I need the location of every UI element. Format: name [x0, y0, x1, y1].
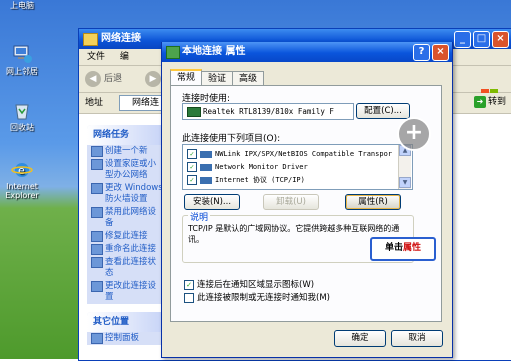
- desktop-icon-recycle-bin[interactable]: 回收站: [0, 100, 44, 133]
- task-icon: [91, 231, 103, 242]
- click-properties-callout: 单击属性: [370, 237, 436, 261]
- help-button[interactable]: ?: [413, 44, 430, 61]
- notify-label: 此连接被限制或无连接时通知我(M): [197, 293, 330, 303]
- dialog-title: 本地连接 属性: [182, 46, 246, 57]
- list-item[interactable]: ✓ Internet 协议 (TCP/IP): [187, 174, 305, 186]
- task-icon: [91, 281, 103, 292]
- recycle-bin-icon: [15, 104, 29, 120]
- task-link[interactable]: 查看此连接状态: [87, 256, 165, 280]
- network-tasks-header[interactable]: 网络任务: [87, 125, 165, 145]
- explorer-title: 网络连接: [101, 33, 141, 44]
- back-button[interactable]: ◀ 后退: [85, 70, 122, 88]
- task-link[interactable]: 设置家庭或小型办公网络: [87, 158, 165, 182]
- task-pane: 网络任务 创建一个新 设置家庭或小型办公网络 更改 Windows 防火墙设置 …: [87, 125, 165, 353]
- minimize-button[interactable]: _: [454, 31, 471, 48]
- dialog-title-bar[interactable]: 本地连接 属性 ? ×: [162, 42, 452, 62]
- component-checkbox[interactable]: ✓: [187, 175, 197, 185]
- close-button[interactable]: ×: [492, 31, 509, 48]
- desktop-icon-label: Internet Explorer: [5, 182, 39, 200]
- desktop-icon-network-places[interactable]: 网上邻居: [0, 44, 44, 77]
- folder-icon: [83, 33, 98, 46]
- scroll-down-icon[interactable]: ▼: [399, 177, 411, 188]
- task-icon: [91, 159, 103, 170]
- protocol-icon: [200, 176, 212, 184]
- cancel-button[interactable]: 取消: [391, 330, 443, 347]
- list-item[interactable]: ✓ NWLink IPX/SPX/NetBIOS Compatible Trans…: [187, 148, 392, 160]
- go-label: 转到: [487, 97, 506, 107]
- task-icon: [91, 146, 103, 157]
- network-places-icon: [13, 45, 32, 63]
- general-tab-panel: 连接时使用: Realtek RTL8139/810x Family F 配置(…: [170, 85, 442, 322]
- description-title: 说明: [188, 210, 211, 223]
- zoom-plus-icon[interactable]: +: [397, 117, 431, 151]
- network-adapter-icon: [187, 107, 201, 117]
- tab-authentication[interactable]: 验证: [201, 71, 234, 86]
- task-link[interactable]: 禁用此网络设备: [87, 206, 165, 230]
- task-link[interactable]: 控制面板: [87, 332, 165, 345]
- protocol-icon: [200, 150, 212, 158]
- other-places-header[interactable]: 其它位置: [87, 312, 165, 332]
- other-places-panel: 其它位置 控制面板: [87, 312, 165, 345]
- task-icon: [91, 257, 103, 268]
- component-checkbox[interactable]: ✓: [187, 162, 197, 172]
- tab-advanced[interactable]: 高级: [232, 71, 265, 86]
- task-icon: [91, 183, 103, 194]
- components-scrollbar[interactable]: ▲ ▼: [398, 145, 411, 189]
- task-link[interactable]: 修复此连接: [87, 230, 165, 243]
- network-tasks-panel: 网络任务 创建一个新 设置家庭或小型办公网络 更改 Windows 防火墙设置 …: [87, 125, 165, 304]
- control-panel-icon: [91, 333, 103, 344]
- task-link[interactable]: 更改 Windows 防火墙设置: [87, 182, 165, 206]
- network-connection-icon: [166, 46, 180, 59]
- maximize-button[interactable]: □: [473, 31, 490, 48]
- configure-button[interactable]: 配置(C)...: [356, 103, 410, 119]
- desktop-icon-label: 回收站: [10, 123, 34, 132]
- adapter-name-field: Realtek RTL8139/810x Family F: [182, 103, 354, 120]
- callout-highlight: 属性: [403, 243, 422, 253]
- install-button[interactable]: 安装(N)...: [184, 194, 240, 210]
- back-arrow-icon: ◀: [85, 70, 101, 87]
- local-connection-properties-dialog: 本地连接 属性 ? × 常规 验证 高级 连接时使用: Realtek RTL8…: [161, 42, 453, 358]
- go-arrow-icon: ➜: [473, 96, 486, 108]
- back-label: 后退: [104, 74, 123, 84]
- protocol-icon: [200, 163, 212, 171]
- components-list: ✓ NWLink IPX/SPX/NetBIOS Compatible Trans…: [182, 144, 413, 190]
- desktop-icon-label: 上电脑: [10, 1, 34, 10]
- callout-prefix: 单击: [384, 243, 403, 253]
- task-link[interactable]: 创建一个新: [87, 145, 165, 158]
- list-item[interactable]: ✓ Network Monitor Driver: [187, 161, 308, 173]
- task-link[interactable]: 更改此连接设置: [87, 280, 165, 304]
- task-icon: [91, 244, 103, 255]
- task-link[interactable]: 重命名此连接: [87, 243, 165, 256]
- go-button[interactable]: ➜ 转到: [473, 95, 506, 110]
- desktop-icon-my-computer[interactable]: 上电脑: [0, 0, 44, 11]
- notify-option[interactable]: 此连接被限制或无连接时通知我(M): [184, 291, 330, 303]
- show-icon-option[interactable]: ✓ 连接后在通知区域显示图标(W): [184, 278, 314, 290]
- uninstall-button[interactable]: 卸载(U): [263, 194, 319, 210]
- menu-file[interactable]: 文件: [87, 52, 105, 62]
- desktop-icon-ie[interactable]: e Internet Explorer: [0, 160, 44, 200]
- notify-checkbox[interactable]: [184, 292, 194, 303]
- ok-button[interactable]: 确定: [334, 330, 386, 347]
- component-checkbox[interactable]: ✓: [187, 149, 197, 159]
- properties-button[interactable]: 属性(R): [345, 194, 401, 210]
- components-label: 此连接使用下列项目(O):: [182, 134, 281, 144]
- show-icon-label: 连接后在通知区域显示图标(W): [197, 280, 315, 290]
- task-icon: [91, 207, 103, 218]
- svg-text:e: e: [18, 164, 25, 177]
- adapter-name: Realtek RTL8139/810x Family F: [203, 107, 334, 116]
- menu-edit[interactable]: 编: [120, 52, 129, 62]
- dialog-close-button[interactable]: ×: [432, 44, 449, 61]
- forward-arrow-icon: ▶: [145, 70, 161, 87]
- ie-icon: e: [11, 163, 33, 177]
- address-label: 地址: [85, 98, 104, 108]
- desktop-icon-label: 网上邻居: [6, 67, 38, 76]
- show-icon-checkbox[interactable]: ✓: [184, 279, 194, 290]
